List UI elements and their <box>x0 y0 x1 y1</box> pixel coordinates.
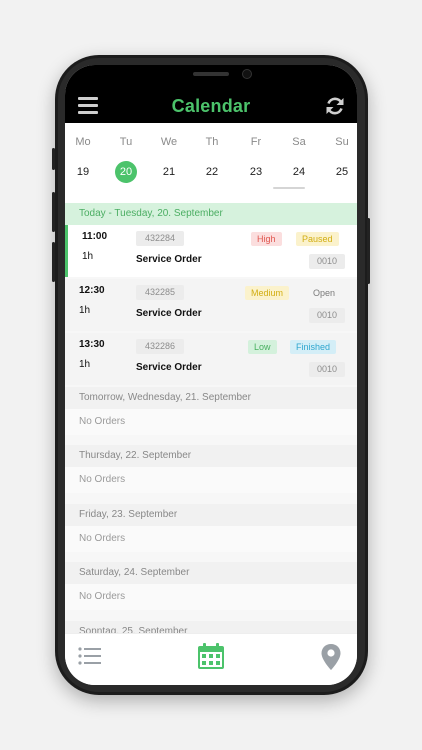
priority-badge: High <box>251 232 282 246</box>
order-time: 12:30 <box>79 285 105 296</box>
priority-badge: Medium <box>245 286 290 300</box>
day-tuesday[interactable]: Tu 20 <box>108 123 144 203</box>
day-number: 21 <box>162 166 176 178</box>
page-title: Calendar <box>171 96 251 116</box>
speaker-grill <box>193 72 229 76</box>
day-name: Fr <box>250 136 262 148</box>
no-orders-text: No Orders <box>65 409 357 435</box>
order-type: Service Order <box>136 308 202 319</box>
phone-power-button <box>367 218 370 284</box>
no-orders-text: No Orders <box>65 584 357 610</box>
phone-volume-up <box>52 192 55 232</box>
day-thursday[interactable]: Th 22 <box>194 123 230 203</box>
order-id: 432284 <box>136 231 184 246</box>
day-name: Tu <box>119 136 133 148</box>
day-section-header: Tomorrow, Wednesday, 21. September <box>65 387 357 409</box>
order-type: Service Order <box>136 254 202 265</box>
order-duration: 1h <box>82 251 94 262</box>
status-badge: Open <box>313 288 336 298</box>
refresh-icon[interactable] <box>324 95 346 117</box>
day-section-header: Thursday, 22. September <box>65 445 357 467</box>
calendar-icon[interactable] <box>197 642 225 670</box>
day-number: 22 <box>205 166 219 178</box>
order-duration: 1h <box>79 359 91 370</box>
day-number: 25 <box>335 166 349 178</box>
front-camera <box>242 69 252 79</box>
order-code: 0010 <box>309 254 345 269</box>
day-number: 19 <box>76 166 90 178</box>
week-day-strip: Mo 19 Tu 20 We 21 Th 22 Fr 23 Sa 24 Su 2… <box>65 123 357 203</box>
day-saturday[interactable]: Sa 24 <box>281 123 317 203</box>
day-monday[interactable]: Mo 19 <box>65 123 101 203</box>
app-screen: Calendar Mo 19 Tu 20 We 21 Th 22 Fr 23 S… <box>65 65 357 685</box>
day-number: 23 <box>249 166 263 178</box>
day-name: Su <box>335 136 349 148</box>
day-wednesday[interactable]: We 21 <box>151 123 187 203</box>
map-pin-icon[interactable] <box>320 643 342 671</box>
order-row[interactable]: 11:00 1h 432284 Service Order High Pause… <box>65 225 357 277</box>
status-badge: Paused <box>296 232 339 246</box>
day-name: Mo <box>75 136 91 148</box>
day-section-header: Sonntag, 25. September <box>65 621 357 633</box>
day-section-header: Friday, 23. September <box>65 504 357 526</box>
order-duration: 1h <box>79 305 91 316</box>
day-number: 24 <box>292 166 306 178</box>
orders-list[interactable]: Today - Tuesday, 20. September 11:00 1h … <box>65 203 357 633</box>
order-type: Service Order <box>136 362 202 373</box>
day-friday[interactable]: Fr 23 <box>238 123 274 203</box>
day-name: Sa <box>292 136 306 148</box>
order-row[interactable]: 12:30 1h 432285 Service Order Medium Ope… <box>65 279 357 331</box>
list-icon[interactable] <box>78 646 102 666</box>
day-section-header: Saturday, 24. September <box>65 562 357 584</box>
order-id: 432286 <box>136 339 184 354</box>
priority-badge: Low <box>248 340 277 354</box>
no-orders-text: No Orders <box>65 467 357 493</box>
status-badge: Finished <box>290 340 337 354</box>
phone-volume-down <box>52 242 55 282</box>
order-code: 0010 <box>309 362 345 377</box>
day-name: Th <box>205 136 219 148</box>
selected-day-number: 20 <box>115 161 137 183</box>
order-code: 0010 <box>309 308 345 323</box>
app-header: Calendar <box>65 65 357 123</box>
order-time: 11:00 <box>82 231 108 242</box>
order-id: 432285 <box>136 285 184 300</box>
day-name: We <box>160 136 178 148</box>
day-sunday[interactable]: Su 25 <box>324 123 357 203</box>
no-orders-text: No Orders <box>65 526 357 552</box>
bottom-navigation <box>65 633 357 685</box>
phone-side-button <box>52 148 55 170</box>
week-scroll-indicator[interactable] <box>273 187 305 189</box>
order-time: 13:30 <box>79 339 105 350</box>
order-row[interactable]: 13:30 1h 432286 Service Order Low Finish… <box>65 333 357 385</box>
today-section-header: Today - Tuesday, 20. September <box>65 203 357 225</box>
